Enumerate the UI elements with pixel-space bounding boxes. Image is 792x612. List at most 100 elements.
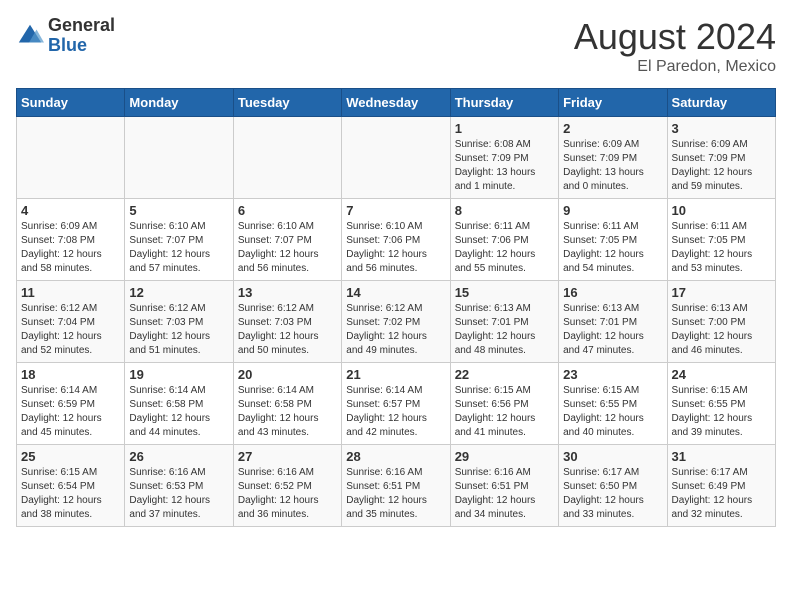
day-number: 16 <box>563 285 662 300</box>
calendar-cell: 24 Sunrise: 6:15 AM Sunset: 6:55 PM Dayli… <box>667 363 775 445</box>
calendar-cell: 4Sunrise: 6:09 AM Sunset: 7:08 PM Daylig… <box>17 199 125 281</box>
day-number: 30 <box>563 449 662 464</box>
day-of-week-sunday: Sunday <box>17 89 125 117</box>
page-header: General Blue August 2024 El Paredon, Mex… <box>16 16 776 76</box>
day-number: 18 <box>21 367 120 382</box>
day-info: Sunrise: 6:17 AM Sunset: 6:50 PM Dayligh… <box>563 466 662 522</box>
calendar-cell: 12Sunrise: 6:12 AM Sunset: 7:03 PM Dayli… <box>125 281 233 363</box>
day-info: Sunrise: 6:15 AM Sunset: 6:54 PM Dayligh… <box>21 466 120 522</box>
day-number: 9 <box>563 203 662 218</box>
calendar-table: SundayMondayTuesdayWednesdayThursdayFrid… <box>16 88 776 527</box>
day-number: 15 <box>455 285 554 300</box>
calendar-cell: 18 Sunrise: 6:14 AM Sunset: 6:59 PM Dayli… <box>17 363 125 445</box>
day-info: Sunrise: 6:14 AM Sunset: 6:59 PM Dayligh… <box>21 384 120 440</box>
calendar-header: SundayMondayTuesdayWednesdayThursdayFrid… <box>17 89 776 117</box>
day-info: Sunrise: 6:12 AM Sunset: 7:02 PM Dayligh… <box>346 302 445 358</box>
week-row-5: 25 Sunrise: 6:15 AM Sunset: 6:54 PM Dayli… <box>17 445 776 527</box>
calendar-body: 1Sunrise: 6:08 AM Sunset: 7:09 PM Daylig… <box>17 117 776 527</box>
calendar-cell: 16 Sunrise: 6:13 AM Sunset: 7:01 PM Dayli… <box>559 281 667 363</box>
day-number: 2 <box>563 121 662 136</box>
day-info: Sunrise: 6:09 AM Sunset: 7:09 PM Dayligh… <box>672 138 771 194</box>
day-of-week-thursday: Thursday <box>450 89 558 117</box>
day-info: Sunrise: 6:13 AM Sunset: 7:01 PM Dayligh… <box>455 302 554 358</box>
day-number: 7 <box>346 203 445 218</box>
calendar-cell: 21 Sunrise: 6:14 AM Sunset: 6:57 PM Dayli… <box>342 363 450 445</box>
day-of-week-saturday: Saturday <box>667 89 775 117</box>
day-info: Sunrise: 6:14 AM Sunset: 6:58 PM Dayligh… <box>129 384 228 440</box>
day-number: 25 <box>21 449 120 464</box>
calendar-cell <box>125 117 233 199</box>
day-of-week-monday: Monday <box>125 89 233 117</box>
day-number: 6 <box>238 203 337 218</box>
day-number: 27 <box>238 449 337 464</box>
day-info: Sunrise: 6:11 AM Sunset: 7:06 PM Dayligh… <box>455 220 554 276</box>
day-number: 4 <box>21 203 120 218</box>
calendar-cell: 3Sunrise: 6:09 AM Sunset: 7:09 PM Daylig… <box>667 117 775 199</box>
week-row-1: 1Sunrise: 6:08 AM Sunset: 7:09 PM Daylig… <box>17 117 776 199</box>
day-info: Sunrise: 6:15 AM Sunset: 6:55 PM Dayligh… <box>672 384 771 440</box>
day-number: 11 <box>21 285 120 300</box>
title-block: August 2024 El Paredon, Mexico <box>574 16 776 76</box>
day-number: 26 <box>129 449 228 464</box>
day-info: Sunrise: 6:17 AM Sunset: 6:49 PM Dayligh… <box>672 466 771 522</box>
day-info: Sunrise: 6:16 AM Sunset: 6:51 PM Dayligh… <box>346 466 445 522</box>
calendar-cell: 8Sunrise: 6:11 AM Sunset: 7:06 PM Daylig… <box>450 199 558 281</box>
day-of-week-wednesday: Wednesday <box>342 89 450 117</box>
day-info: Sunrise: 6:10 AM Sunset: 7:07 PM Dayligh… <box>129 220 228 276</box>
calendar-cell: 7Sunrise: 6:10 AM Sunset: 7:06 PM Daylig… <box>342 199 450 281</box>
day-info: Sunrise: 6:11 AM Sunset: 7:05 PM Dayligh… <box>563 220 662 276</box>
days-of-week-row: SundayMondayTuesdayWednesdayThursdayFrid… <box>17 89 776 117</box>
day-info: Sunrise: 6:14 AM Sunset: 6:57 PM Dayligh… <box>346 384 445 440</box>
day-number: 31 <box>672 449 771 464</box>
calendar-cell: 6 Sunrise: 6:10 AM Sunset: 7:07 PM Daylig… <box>233 199 341 281</box>
day-info: Sunrise: 6:15 AM Sunset: 6:56 PM Dayligh… <box>455 384 554 440</box>
day-info: Sunrise: 6:13 AM Sunset: 7:00 PM Dayligh… <box>672 302 771 358</box>
week-row-2: 4Sunrise: 6:09 AM Sunset: 7:08 PM Daylig… <box>17 199 776 281</box>
day-number: 21 <box>346 367 445 382</box>
logo-blue-text: Blue <box>48 35 87 55</box>
calendar-cell: 11Sunrise: 6:12 AM Sunset: 7:04 PM Dayli… <box>17 281 125 363</box>
day-number: 10 <box>672 203 771 218</box>
calendar-cell <box>17 117 125 199</box>
week-row-3: 11Sunrise: 6:12 AM Sunset: 7:04 PM Dayli… <box>17 281 776 363</box>
day-info: Sunrise: 6:11 AM Sunset: 7:05 PM Dayligh… <box>672 220 771 276</box>
calendar-cell: 31 Sunrise: 6:17 AM Sunset: 6:49 PM Dayli… <box>667 445 775 527</box>
calendar-cell: 28 Sunrise: 6:16 AM Sunset: 6:51 PM Dayli… <box>342 445 450 527</box>
day-number: 14 <box>346 285 445 300</box>
calendar-cell <box>342 117 450 199</box>
calendar-cell: 14 Sunrise: 6:12 AM Sunset: 7:02 PM Dayli… <box>342 281 450 363</box>
day-info: Sunrise: 6:09 AM Sunset: 7:09 PM Dayligh… <box>563 138 662 194</box>
calendar-cell: 10 Sunrise: 6:11 AM Sunset: 7:05 PM Dayli… <box>667 199 775 281</box>
day-of-week-tuesday: Tuesday <box>233 89 341 117</box>
day-info: Sunrise: 6:14 AM Sunset: 6:58 PM Dayligh… <box>238 384 337 440</box>
day-info: Sunrise: 6:12 AM Sunset: 7:03 PM Dayligh… <box>238 302 337 358</box>
day-info: Sunrise: 6:13 AM Sunset: 7:01 PM Dayligh… <box>563 302 662 358</box>
calendar-cell: 19Sunrise: 6:14 AM Sunset: 6:58 PM Dayli… <box>125 363 233 445</box>
calendar-cell: 9 Sunrise: 6:11 AM Sunset: 7:05 PM Daylig… <box>559 199 667 281</box>
calendar-cell: 30 Sunrise: 6:17 AM Sunset: 6:50 PM Dayli… <box>559 445 667 527</box>
day-info: Sunrise: 6:16 AM Sunset: 6:53 PM Dayligh… <box>129 466 228 522</box>
calendar-cell: 25 Sunrise: 6:15 AM Sunset: 6:54 PM Dayli… <box>17 445 125 527</box>
day-number: 13 <box>238 285 337 300</box>
logo: General Blue <box>16 16 115 56</box>
calendar-cell: 22 Sunrise: 6:15 AM Sunset: 6:56 PM Dayli… <box>450 363 558 445</box>
calendar-cell: 5 Sunrise: 6:10 AM Sunset: 7:07 PM Daylig… <box>125 199 233 281</box>
day-number: 12 <box>129 285 228 300</box>
day-number: 20 <box>238 367 337 382</box>
calendar-cell: 27 Sunrise: 6:16 AM Sunset: 6:52 PM Dayli… <box>233 445 341 527</box>
day-number: 29 <box>455 449 554 464</box>
day-info: Sunrise: 6:16 AM Sunset: 6:52 PM Dayligh… <box>238 466 337 522</box>
logo-icon <box>16 22 44 50</box>
day-number: 24 <box>672 367 771 382</box>
calendar-cell: 13 Sunrise: 6:12 AM Sunset: 7:03 PM Dayli… <box>233 281 341 363</box>
day-number: 28 <box>346 449 445 464</box>
day-number: 5 <box>129 203 228 218</box>
calendar-cell: 29Sunrise: 6:16 AM Sunset: 6:51 PM Dayli… <box>450 445 558 527</box>
calendar-cell: 20 Sunrise: 6:14 AM Sunset: 6:58 PM Dayli… <box>233 363 341 445</box>
day-number: 17 <box>672 285 771 300</box>
day-info: Sunrise: 6:10 AM Sunset: 7:07 PM Dayligh… <box>238 220 337 276</box>
location-subtitle: El Paredon, Mexico <box>574 58 776 76</box>
day-number: 22 <box>455 367 554 382</box>
day-number: 23 <box>563 367 662 382</box>
calendar-cell: 26 Sunrise: 6:16 AM Sunset: 6:53 PM Dayli… <box>125 445 233 527</box>
